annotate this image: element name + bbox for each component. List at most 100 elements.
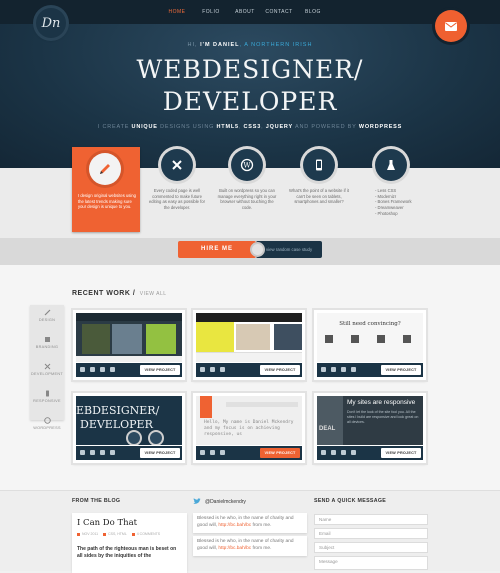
wordpress-icon [43,417,51,424]
tile-icons [321,367,356,372]
tweet-end: from me. [252,546,272,551]
tile-toolbar: VIEW PROJECT [76,363,182,377]
service-coding[interactable]: Every coded page is well commented to ma… [147,149,207,211]
blog-date: NOV 2011 [77,532,98,536]
tag-p1: I CREATE [97,124,132,130]
intro-line: HI, I'M DANIEL, A NORTHERN IRISH [0,42,500,48]
wordpress-icon [110,450,115,455]
project-screenshot: Hello, My name is Daniel Mckendry and my… [196,396,302,445]
recent-work-heading: RECENT WORK / VIEW ALL [72,290,167,297]
nav-blog[interactable]: BLOG [296,9,330,15]
envelope-icon [445,21,457,31]
tools-icon [90,450,95,455]
message-field[interactable]: Message [314,556,428,570]
filter-label: RESPONSIVE [33,399,61,403]
nav-contact[interactable]: CONTACT [262,9,296,15]
filter-branding[interactable]: BRANDING [30,336,64,359]
filter-responsive[interactable]: RESPONSIVE [30,390,64,413]
view-project-button[interactable]: VIEW PROJECT [381,448,421,458]
service-tools[interactable]: - Less CSS - Modernizr - Bones Framework… [361,149,421,217]
filter-design[interactable]: DESIGN [30,309,64,332]
service-wordpress[interactable]: W Built on wordpress so you can manage e… [217,149,277,211]
work-tile[interactable]: VIEW PROJECT [193,310,305,380]
tag-b2: HTML5 [216,124,239,130]
blog-card[interactable]: I Can Do That NOV 2011 CSS, HTML 4 COMME… [72,513,187,573]
subject-field[interactable]: Subject [314,542,428,553]
wordpress-icon [351,367,356,372]
view-project-button[interactable]: VIEW PROJECT [260,448,300,458]
view-project-button[interactable]: VIEW PROJECT [381,365,421,375]
hero: HOME FOLIO ABOUT CONTACT BLOG Dn HI, I'M… [0,0,500,168]
tile-hero-line2: DEVELOPER [80,418,153,431]
filter-label: DEVELOPMENT [31,372,63,376]
tools-icon [172,160,182,170]
view-all-link[interactable]: VIEW ALL [140,291,167,297]
project-screenshot [196,313,302,362]
tweet-link[interactable]: http://bc.bah/bc [218,523,251,528]
tile-icons [80,450,115,455]
tile-toolbar: VIEW PROJECT [76,446,182,460]
divider-dot [252,244,263,255]
services-strip: I design original websites using the lat… [0,147,500,238]
blog-post-title[interactable]: I Can Do That [77,518,137,528]
tag-b1: UNIQUE [131,124,158,130]
blog-heading: FROM THE BLOG [72,498,121,504]
tile-deal-text: DEAL [319,426,336,432]
twitter-handle[interactable]: @Danielmckendry [205,499,246,505]
logo[interactable]: Dn [36,8,66,38]
view-project-button[interactable]: VIEW PROJECT [140,365,180,375]
tools-icon-circle [161,149,193,181]
tweet-link[interactable]: http://bc.bah/bc [218,546,251,551]
service-design-card[interactable]: I design original websites using the lat… [72,147,140,232]
logo-text: Dn [41,15,61,31]
tools-icon [331,367,336,372]
blog-tags[interactable]: CSS, HTML [103,532,127,536]
wordpress-icon [351,450,356,455]
intro-pre: HI, [187,42,201,48]
nav-folio[interactable]: FOLIO [194,9,228,15]
tile-icons [200,450,225,455]
filter-label: BRANDING [35,345,59,349]
mail-button[interactable] [435,10,467,42]
work-tile[interactable]: EBDESIGNER/ DEVELOPER VIEW PROJECT [73,393,185,463]
tile-icons [80,367,115,372]
twitter-bird-icon [193,498,201,504]
tools-icon [210,450,215,455]
intro-post: , A NORTHERN IRISH [239,42,313,48]
intro-name: I'M DANIEL [200,42,240,48]
case-study-button[interactable]: view random case study [256,241,322,258]
project-screenshot: DEAL My sites are responsive Don't let t… [317,396,423,445]
blog-comments[interactable]: 4 COMMENTS [132,532,160,536]
contact-heading: SEND A QUICK MESSAGE [314,498,387,504]
filter-wordpress[interactable]: WORDPRESS [30,417,64,440]
service-text: - Less CSS - Modernizr - Bones Framework… [375,188,412,216]
work-tile[interactable]: Hello, My name is Daniel Mckendry and my… [193,393,305,463]
work-tile[interactable]: Still need convincing? VIEW PROJECT [314,310,426,380]
name-field[interactable]: Name [314,514,428,525]
view-project-button[interactable]: VIEW PROJECT [140,448,180,458]
hero-title-line1: WEBDESIGNER/ [136,55,364,84]
tools-icon [331,450,336,455]
wordpress-icon: W [240,158,254,172]
service-responsive[interactable]: What's the point of a website if it can'… [289,149,349,205]
tile-toolbar: VIEW PROJECT [317,446,423,460]
view-project-button[interactable]: VIEW PROJECT [260,365,300,375]
tools-icon [44,363,50,370]
blog-excerpt: The path of the righteous man is beset o… [77,546,177,559]
nav-home[interactable]: HOME [160,9,194,15]
tag-b5: WORDPRESS [358,124,403,130]
nav-about[interactable]: ABOUT [228,9,262,15]
phone-icon [316,159,322,171]
work-tile[interactable]: DEAL My sites are responsive Don't let t… [314,393,426,463]
email-field[interactable]: Email [314,528,428,539]
work-tile[interactable]: VIEW PROJECT [73,310,185,380]
tile-toolbar: VIEW PROJECT [196,446,302,460]
hire-me-button[interactable]: HIRE ME [178,241,256,258]
filter-label: DESIGN [38,318,56,322]
filter-development[interactable]: DEVELOPMENT [30,363,64,386]
blog-meta: NOV 2011 CSS, HTML 4 COMMENTS [77,532,160,536]
tools-icon [90,367,95,372]
project-screenshot: EBDESIGNER/ DEVELOPER [76,396,182,445]
recent-work: RECENT WORK / VIEW ALL DESIGN BRANDING D… [0,265,500,490]
tag-p5: AND POWERED BY [292,124,359,130]
